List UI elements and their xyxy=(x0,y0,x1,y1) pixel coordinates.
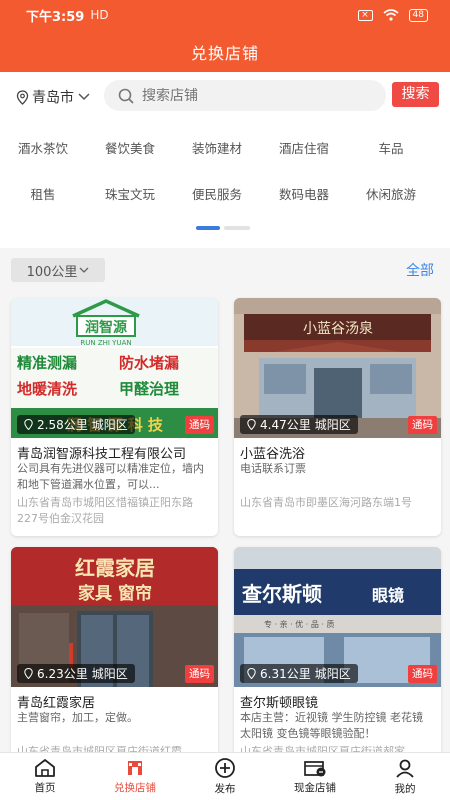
shop-name: 青岛红霞家居 xyxy=(17,696,96,711)
category-item[interactable]: 餐饮美食 xyxy=(86,138,174,157)
shop-name: 查尔斯顿眼镜 xyxy=(240,696,319,711)
coupon-badge: 通码 xyxy=(185,416,214,434)
distance-label: 100公里 xyxy=(26,264,78,280)
district-label: 城阳区 xyxy=(91,418,128,432)
sign-line1: 红霞家居 xyxy=(75,556,155,580)
shop-address: 山东省青岛市城阳区惜福镇正阳东路227号伯金汉花园 xyxy=(17,496,193,525)
status-time: 下午3:59 xyxy=(26,9,85,25)
shop-description: 公司具有先进仪器可以精准定位，墙内和地下管道漏水位置，可以... xyxy=(17,462,204,491)
sign-brand: 查尔斯顿 xyxy=(242,582,322,606)
search-icon xyxy=(118,88,134,104)
sign-line1a: 精准测漏 xyxy=(17,354,77,372)
shop-description: 本店主营：近视镜 学生防控镜 老花镜 太阳镜 变色镜等眼镜验配！ xyxy=(240,711,423,740)
shop-cash-icon xyxy=(304,761,326,777)
city-selector[interactable]: 青岛市 xyxy=(16,87,100,107)
user-icon xyxy=(396,759,414,778)
distance-value: 6.23公里 xyxy=(37,667,88,681)
category-item[interactable]: 珠宝文玩 xyxy=(86,184,174,203)
coupon-badge: 通码 xyxy=(185,665,214,683)
category-item[interactable]: 装饰建材 xyxy=(173,138,261,157)
sign-brand: 小蓝谷汤泉 xyxy=(303,320,373,337)
shop-name: 青岛润智源科技工程有限公司 xyxy=(17,447,187,462)
distance-tag: 6.31公里 城阳区 xyxy=(240,664,358,683)
sign-line2b: 甲醛治理 xyxy=(119,380,179,398)
tab-label: 发布 xyxy=(214,783,236,795)
shop-card[interactable]: 小蓝谷汤泉 4.47公里 城阳区 通码 小蓝谷洗浴 电话联系订票 山东省青岛市即… xyxy=(234,298,441,536)
district-label: 城阳区 xyxy=(314,418,351,432)
location-pin-icon xyxy=(247,668,256,679)
app-header: 下午3:59 HD × 48 兑换店铺 xyxy=(0,0,450,72)
bottom-tab-bar: 首页 兑换店铺 发布 现金店铺 我的 xyxy=(0,752,450,800)
sign-line2: 家具 窗帘 xyxy=(78,583,152,604)
page-indicator xyxy=(224,226,250,230)
plus-circle-icon xyxy=(215,758,235,778)
shop-description: 电话联系订票 xyxy=(240,462,306,475)
tab-label: 我的 xyxy=(394,782,416,795)
search-box[interactable] xyxy=(104,80,386,111)
location-pin-icon xyxy=(24,668,33,679)
tab-label: 现金店铺 xyxy=(294,782,336,794)
tab-publish[interactable]: 发布 xyxy=(180,753,270,800)
tab-profile[interactable]: 我的 xyxy=(360,753,450,800)
home-icon xyxy=(35,759,55,777)
category-item[interactable]: 便民服务 xyxy=(173,184,261,203)
distance-value: 4.47公里 xyxy=(260,418,311,432)
shop-address: 山东省青岛市即墨区海河路东端1号 xyxy=(240,496,412,509)
shop-card[interactable]: 润智源 RUN ZHI YUAN 精准测漏 防水堵漏 地暖清洗 甲醛治理 润 智… xyxy=(11,298,218,536)
location-pin-icon xyxy=(247,419,256,430)
distance-value: 2.58公里 xyxy=(37,418,88,432)
city-label: 青岛市 xyxy=(32,90,74,106)
category-item[interactable]: 酒水茶饮 xyxy=(0,138,87,157)
coupon-badge: 通码 xyxy=(408,665,437,683)
distance-filter[interactable]: 100公里 xyxy=(11,258,105,282)
sign-suffix: 眼镜 xyxy=(372,586,404,605)
sign-brand: 润智源 xyxy=(85,319,127,336)
distance-tag: 6.23公里 城阳区 xyxy=(17,664,135,683)
tab-label: 首页 xyxy=(34,782,56,794)
search-row: 青岛市 搜索 xyxy=(0,72,450,122)
page-title: 兑换店铺 xyxy=(190,44,259,63)
battery-icon: 48 xyxy=(408,8,428,22)
distance-tag: 2.58公里 城阳区 xyxy=(17,415,135,434)
sign-line1b: 防水堵漏 xyxy=(119,354,179,372)
search-input[interactable] xyxy=(142,87,342,104)
wifi-icon xyxy=(383,9,399,21)
tab-home[interactable]: 首页 xyxy=(0,753,90,800)
location-pin-icon xyxy=(16,89,29,105)
coupon-badge: 通码 xyxy=(408,416,437,434)
shop-card[interactable]: 红霞家居 家具 窗帘 6.23公里 城阳区 通码 青岛红霞家居 主营窗帘，加工，… xyxy=(11,547,218,785)
category-item[interactable]: 酒店住宿 xyxy=(260,138,348,157)
sign-pinyin: RUN ZHI YUAN xyxy=(80,339,131,347)
tab-cash-stores[interactable]: 现金店铺 xyxy=(270,753,360,800)
page-indicator-active xyxy=(196,226,220,230)
filter-row: 100公里 全部 xyxy=(0,248,450,290)
district-label: 城阳区 xyxy=(314,667,351,681)
all-link[interactable]: 全部 xyxy=(406,260,434,280)
shop-description: 主营窗帘，加工，定做。 xyxy=(17,711,138,724)
shop-name: 小蓝谷洗浴 xyxy=(240,447,306,462)
category-item[interactable]: 车品 xyxy=(347,138,435,157)
store-icon xyxy=(128,761,142,775)
location-pin-icon xyxy=(24,419,33,430)
chevron-down-icon xyxy=(78,93,90,101)
chevron-down-icon xyxy=(79,267,89,273)
sign-line2a: 地暖清洗 xyxy=(17,380,77,398)
distance-tag: 4.47公里 城阳区 xyxy=(240,415,358,434)
tab-exchange-stores[interactable]: 兑换店铺 xyxy=(90,753,180,800)
shop-card[interactable]: 查尔斯顿 眼镜 专 · 亲 · 优 · 品 · 质 6.31公里 城阳区 通码 … xyxy=(234,547,441,785)
category-item[interactable]: 租售 xyxy=(0,184,87,203)
sim-icon: × xyxy=(357,9,373,21)
category-item[interactable]: 数码电器 xyxy=(260,184,348,203)
search-button[interactable]: 搜索 xyxy=(392,82,439,107)
hd-indicator: HD xyxy=(90,8,109,22)
tab-label: 兑换店铺 xyxy=(114,782,156,794)
status-bar: 下午3:59 HD × 48 xyxy=(0,0,450,30)
district-label: 城阳区 xyxy=(91,667,128,681)
sign-sub: 专 · 亲 · 优 · 品 · 质 xyxy=(264,619,335,629)
distance-value: 6.31公里 xyxy=(260,667,311,681)
category-item[interactable]: 休闲旅游 xyxy=(347,184,435,203)
